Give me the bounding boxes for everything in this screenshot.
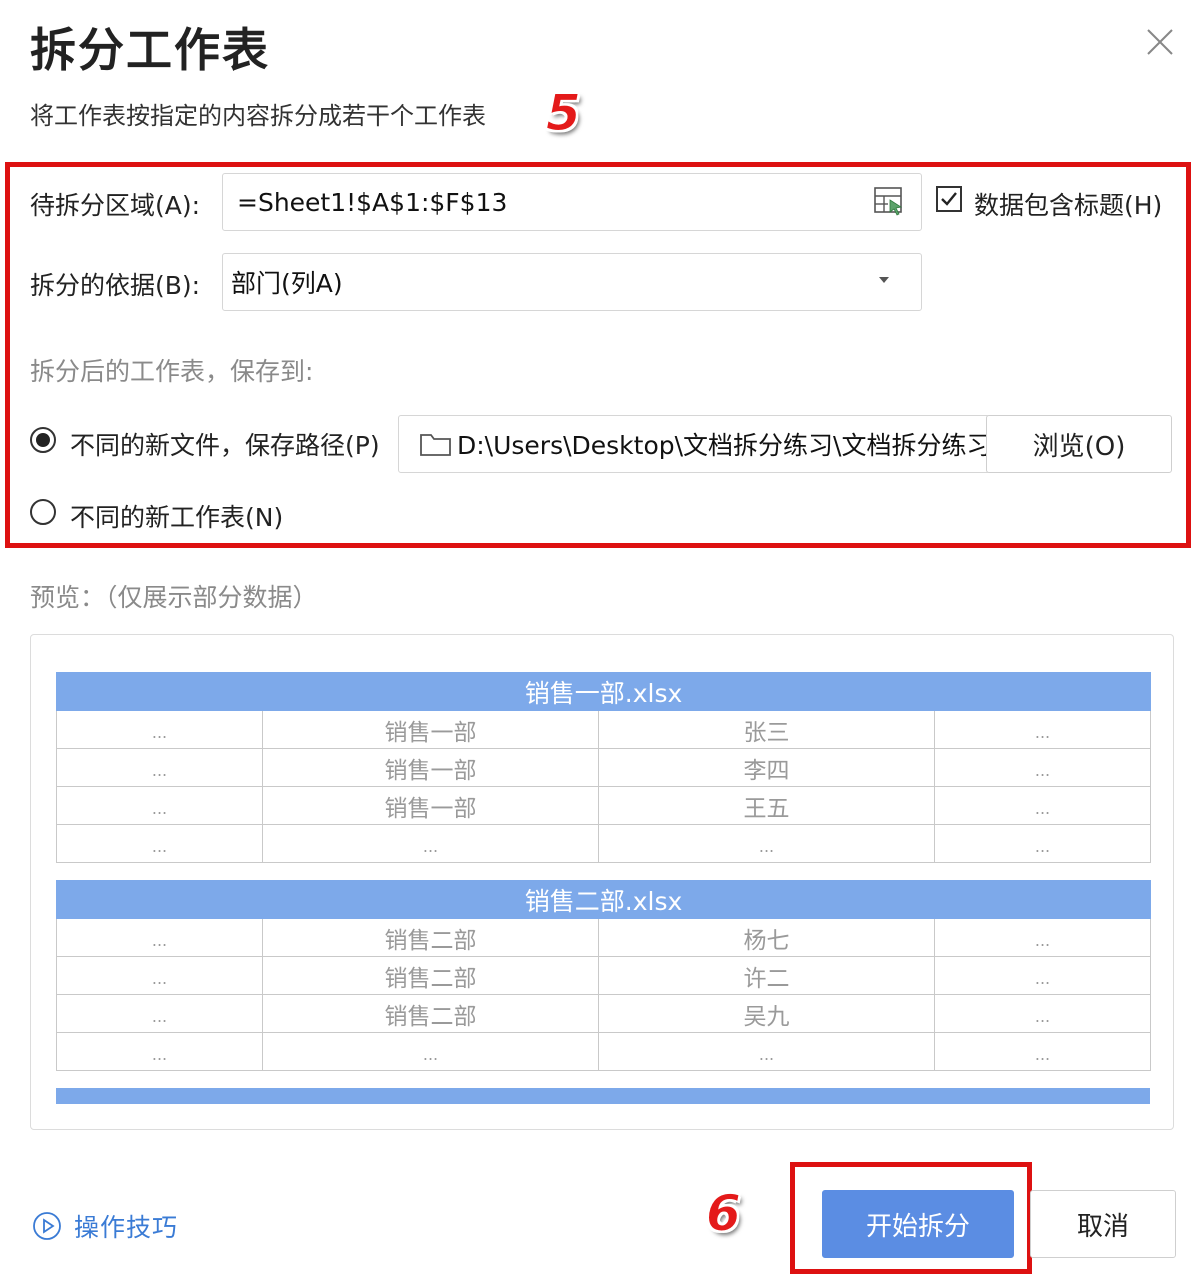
checkmark-icon bbox=[941, 192, 957, 206]
header-checkbox[interactable] bbox=[936, 186, 962, 212]
table-cell: 销售二部 bbox=[262, 994, 599, 1033]
table-cell: 许二 bbox=[598, 956, 935, 995]
range-select-icon bbox=[874, 187, 903, 216]
dialog-title: 拆分工作表 bbox=[30, 23, 270, 77]
basis-label: 拆分的依据(B): bbox=[30, 271, 201, 300]
save-path-value: D:\Users\Desktop\文档拆分练习\文档拆分练习 bbox=[457, 431, 990, 460]
table-cell: ... bbox=[933, 748, 1152, 787]
table-cell: ... bbox=[56, 994, 263, 1033]
table-cell: ... bbox=[56, 748, 263, 787]
table-cell: ... bbox=[56, 956, 263, 995]
table-cell: ... bbox=[598, 824, 935, 863]
step-5-annotation: 5 bbox=[546, 84, 582, 143]
tips-label: 操作技巧 bbox=[74, 1213, 179, 1242]
table-cell: 销售一部 bbox=[262, 710, 599, 749]
table-cell: ... bbox=[933, 824, 1152, 863]
table-cell: ... bbox=[933, 994, 1152, 1033]
close-button[interactable] bbox=[1140, 22, 1180, 62]
preview-table-3-header-partial bbox=[56, 1088, 1150, 1104]
table-cell: ... bbox=[262, 824, 599, 863]
preview-table-1: 销售一部.xlsx ... 销售一部 张三 ... ... 销售一部 李四 ..… bbox=[55, 672, 1152, 863]
option-new-sheets-label[interactable]: 不同的新工作表(N) bbox=[70, 498, 283, 534]
table-cell: 杨七 bbox=[598, 918, 935, 957]
basis-value: 部门(列A) bbox=[231, 269, 343, 298]
radio-selected-dot bbox=[36, 433, 50, 447]
range-picker-button[interactable] bbox=[872, 184, 906, 218]
table-row: ... 销售一部 李四 ... bbox=[56, 748, 1152, 787]
table-cell: 销售一部 bbox=[262, 786, 599, 825]
option-new-sheets-radio[interactable] bbox=[30, 499, 56, 525]
save-path-input[interactable]: D:\Users\Desktop\文档拆分练习\文档拆分练习 bbox=[398, 415, 990, 473]
browse-button[interactable]: 浏览(O) bbox=[986, 415, 1172, 473]
table-cell: 销售一部 bbox=[262, 748, 599, 787]
header-checkbox-label: 数据包含标题(H) bbox=[974, 191, 1163, 220]
table-cell: ... bbox=[56, 918, 263, 957]
table-cell: ... bbox=[56, 1032, 263, 1071]
save-to-label: 拆分后的工作表，保存到: bbox=[30, 357, 314, 386]
table-cell: 吴九 bbox=[598, 994, 935, 1033]
dialog-subtitle: 将工作表按指定的内容拆分成若干个工作表 bbox=[30, 102, 486, 130]
option-new-files-label[interactable]: 不同的新文件，保存路径(P) bbox=[70, 426, 380, 462]
table-cell: ... bbox=[56, 710, 263, 749]
table-row: ... ... ... ... bbox=[56, 824, 1152, 863]
table-cell: ... bbox=[933, 1032, 1152, 1071]
table-cell: 销售二部 bbox=[262, 918, 599, 957]
table-row: ... 销售二部 许二 ... bbox=[56, 956, 1152, 995]
preview-label: 预览：（仅展示部分数据） bbox=[30, 583, 318, 612]
table-row: ... 销售一部 张三 ... bbox=[56, 710, 1152, 749]
preview-table-2: 销售二部.xlsx ... 销售二部 杨七 ... ... 销售二部 许二 ..… bbox=[55, 880, 1152, 1071]
folder-icon bbox=[420, 434, 451, 456]
table-cell: ... bbox=[598, 1032, 935, 1071]
range-value: =Sheet1!$A$1:$F$13 bbox=[237, 187, 508, 217]
table-cell: 销售二部 bbox=[262, 956, 599, 995]
table-cell: ... bbox=[933, 918, 1152, 957]
preview-table-title: 销售二部.xlsx bbox=[55, 880, 1152, 919]
table-cell: 李四 bbox=[598, 748, 935, 787]
range-label: 待拆分区域(A): bbox=[30, 191, 201, 220]
table-cell: 张三 bbox=[598, 710, 935, 749]
table-cell: ... bbox=[933, 786, 1152, 825]
start-split-button[interactable]: 开始拆分 bbox=[822, 1190, 1014, 1258]
play-circle-icon bbox=[33, 1212, 61, 1240]
table-cell: ... bbox=[56, 786, 263, 825]
table-cell: ... bbox=[56, 824, 263, 863]
basis-select[interactable]: 部门(列A) bbox=[222, 253, 922, 311]
table-cell: ... bbox=[933, 710, 1152, 749]
table-row: ... 销售一部 王五 ... bbox=[56, 786, 1152, 825]
close-icon bbox=[1147, 29, 1173, 55]
table-cell: ... bbox=[262, 1032, 599, 1071]
table-cell: 王五 bbox=[598, 786, 935, 825]
step-6-annotation: 6 bbox=[706, 1184, 742, 1243]
preview-table-title: 销售一部.xlsx bbox=[55, 672, 1152, 711]
range-input[interactable]: =Sheet1!$A$1:$F$13 bbox=[222, 173, 922, 231]
tips-link[interactable]: 操作技巧 bbox=[32, 1208, 178, 1244]
option-new-files-radio[interactable] bbox=[30, 427, 56, 453]
table-row: ... 销售二部 吴九 ... bbox=[56, 994, 1152, 1033]
cancel-button[interactable]: 取消 bbox=[1030, 1190, 1176, 1258]
table-row: ... 销售二部 杨七 ... bbox=[56, 918, 1152, 957]
table-cell: ... bbox=[933, 956, 1152, 995]
chevron-down-icon[interactable] bbox=[876, 272, 892, 292]
table-row: ... ... ... ... bbox=[56, 1032, 1152, 1071]
